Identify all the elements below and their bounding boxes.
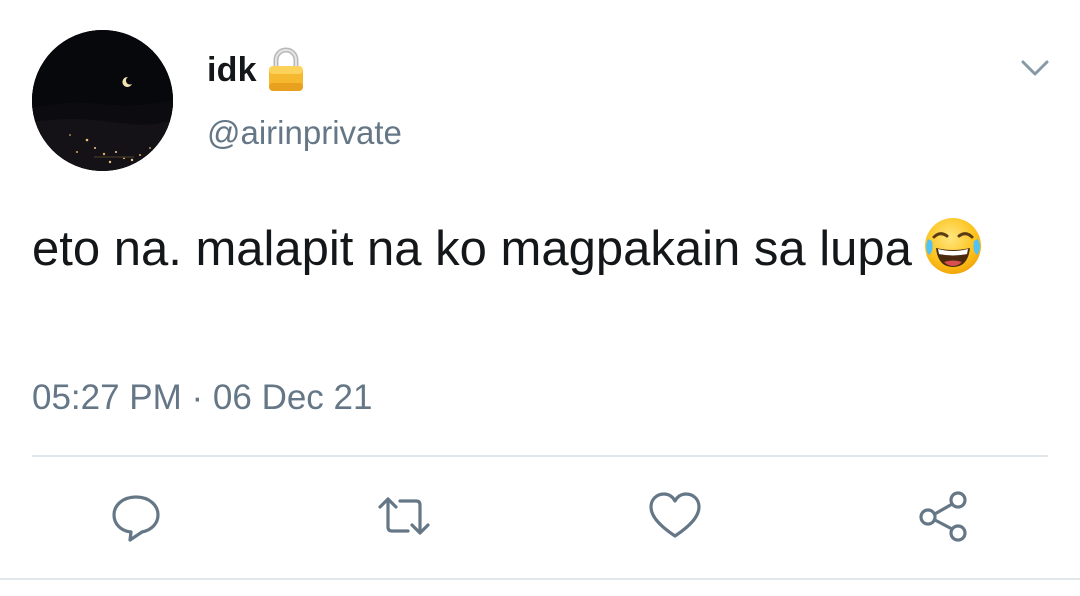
retweet-icon [374, 489, 434, 543]
bottom-divider [0, 578, 1080, 580]
retweet-button[interactable] [374, 486, 434, 546]
tweet-timestamp: 05:27 PM · 06 Dec 21 [32, 378, 373, 417]
reply-icon [109, 489, 163, 543]
display-name[interactable]: idk [207, 51, 257, 90]
reply-button[interactable] [106, 486, 166, 546]
user-name-row: idk [207, 46, 305, 94]
share-icon [916, 488, 972, 544]
share-button[interactable] [914, 486, 974, 546]
chevron-down-icon[interactable] [1016, 54, 1054, 82]
tweet-text: eto na. malapit na ko magpakain sa lupa [32, 214, 1032, 284]
tweet-text-content: eto na. malapit na ko magpakain sa lupa [32, 222, 912, 276]
lock-icon [267, 47, 305, 93]
divider [32, 455, 1048, 457]
like-button[interactable] [645, 486, 705, 546]
face-with-tears-of-joy-icon [922, 215, 984, 277]
user-handle[interactable]: @airinprivate [207, 114, 402, 152]
avatar[interactable] [32, 30, 173, 171]
tweet-card: idk @airinprivate eto na. malapit na ko … [0, 0, 1080, 596]
heart-icon [647, 489, 703, 543]
